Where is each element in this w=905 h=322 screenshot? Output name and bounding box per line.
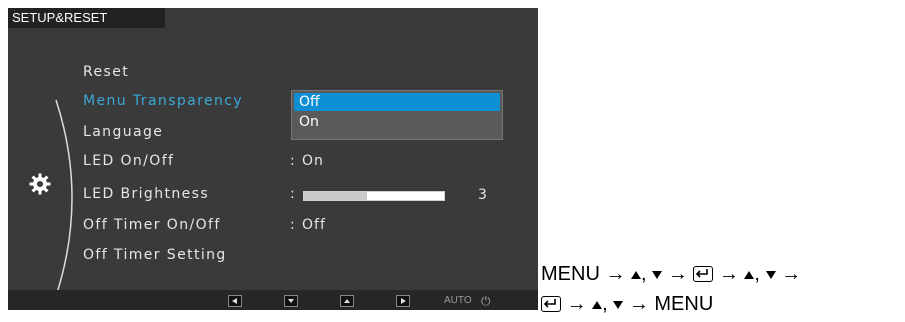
brightness-bar-fill	[304, 192, 367, 200]
power-icon[interactable]: ⏻	[481, 294, 491, 308]
led-on-off-value: On	[302, 153, 324, 169]
osd-body: Reset Menu Transparency : Language : LED…	[8, 28, 538, 303]
off-timer-value: Off	[302, 217, 326, 233]
down-triangle-icon	[765, 271, 776, 279]
osd-title: SETUP&RESET	[8, 8, 165, 28]
right-arrow-icon	[401, 298, 406, 304]
separator: ,	[602, 293, 608, 315]
enter-icon	[693, 266, 714, 282]
down-button[interactable]	[284, 295, 298, 307]
arrow-icon: →	[628, 293, 649, 315]
up-arrow-icon	[344, 299, 350, 303]
menu-item-off-timer-setting[interactable]: Off Timer Setting	[83, 246, 227, 264]
menu-item-menu-transparency[interactable]: Menu Transparency	[83, 92, 243, 110]
up-triangle-icon	[592, 301, 603, 309]
arrow-icon: →	[667, 263, 688, 285]
left-arrow-icon	[232, 298, 237, 304]
up-button[interactable]	[340, 295, 354, 307]
menu-label: MENU	[541, 263, 600, 285]
brightness-bar[interactable]	[303, 191, 445, 201]
arrow-icon: →	[718, 263, 739, 285]
up-triangle-icon	[631, 271, 642, 279]
transparency-dropdown[interactable]: Off On	[291, 90, 503, 140]
right-button[interactable]	[396, 295, 410, 307]
down-triangle-icon	[613, 301, 624, 309]
up-triangle-icon	[744, 271, 755, 279]
down-arrow-icon	[288, 299, 294, 303]
menu-label: MENU	[654, 293, 714, 315]
menu-colon: :	[290, 153, 295, 169]
down-triangle-icon	[652, 271, 663, 279]
menu-item-led-brightness[interactable]: LED Brightness	[83, 185, 209, 203]
arrow-icon: →	[781, 263, 802, 285]
arrow-icon: →	[566, 293, 587, 315]
menu-item-reset[interactable]: Reset	[83, 63, 129, 81]
menu-item-led-on-off[interactable]: LED On/Off	[83, 152, 174, 170]
gear-icon	[28, 172, 52, 196]
brightness-value: 3	[478, 187, 487, 203]
menu-colon: :	[290, 186, 295, 202]
separator: ,	[641, 263, 647, 285]
arrow-icon: →	[605, 263, 626, 285]
menu-arc-divider	[55, 99, 73, 297]
osd-panel: SETUP&RESET Reset Menu Transparency Lang…	[8, 8, 538, 310]
instruction-line-2: → , → MENU	[541, 292, 713, 316]
dropdown-option-off[interactable]: Off	[294, 93, 500, 111]
enter-icon	[541, 296, 561, 312]
instruction-line-1: MENU → , → → , →	[541, 262, 801, 286]
separator: ,	[754, 263, 760, 285]
dropdown-option-on[interactable]: On	[294, 113, 500, 131]
auto-button[interactable]: AUTO	[444, 294, 472, 308]
menu-item-language[interactable]: Language	[83, 123, 163, 141]
menu-item-off-timer-on-off[interactable]: Off Timer On/Off	[83, 216, 221, 234]
left-button[interactable]	[228, 295, 242, 307]
menu-colon: :	[290, 217, 295, 233]
